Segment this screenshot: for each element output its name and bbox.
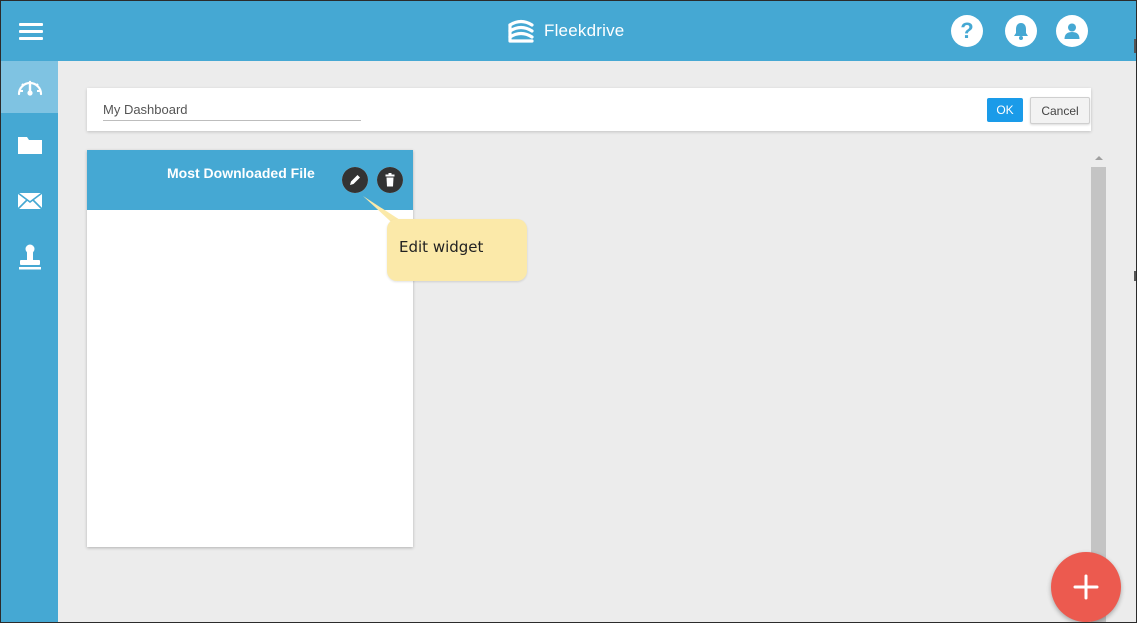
- stamp-icon: [18, 244, 41, 270]
- ok-button[interactable]: OK: [987, 98, 1023, 122]
- widget-header[interactable]: Most Downloaded File: [87, 150, 413, 210]
- window-edge-mark: [1134, 39, 1136, 53]
- brand[interactable]: Fleekdrive: [506, 14, 624, 48]
- widget-title: Most Downloaded File: [167, 165, 315, 181]
- sidebar-item-dashboard[interactable]: [1, 61, 58, 113]
- sidebar-item-messages[interactable]: [1, 175, 58, 227]
- sidebar: [1, 61, 58, 622]
- widget-most-downloaded-file: Most Downloaded File: [87, 150, 413, 547]
- fleekdrive-logo-icon: [508, 19, 534, 43]
- plus-icon: [1073, 574, 1099, 600]
- cancel-button[interactable]: Cancel: [1030, 97, 1090, 124]
- tooltip-text: Edit widget: [399, 238, 484, 256]
- window-edge-mark: [1134, 271, 1136, 281]
- folder-icon: [17, 137, 42, 154]
- caret-up-icon: [1095, 156, 1103, 160]
- add-widget-button[interactable]: [1051, 552, 1121, 622]
- user-menu-button[interactable]: [1056, 15, 1088, 47]
- bell-icon: [1014, 23, 1028, 40]
- edit-widget-button[interactable]: [342, 167, 368, 193]
- envelope-icon: [16, 192, 43, 210]
- dashboard-name-input[interactable]: [103, 98, 361, 121]
- user-avatar-icon: [1064, 23, 1080, 39]
- top-bar: Fleekdrive ?: [1, 1, 1136, 61]
- delete-widget-button[interactable]: [377, 167, 403, 193]
- speedometer-icon: [17, 80, 42, 96]
- notifications-button[interactable]: [1005, 15, 1037, 47]
- app-window: Fleekdrive ? My Dashboard OK Cancel Most…: [0, 0, 1137, 623]
- help-icon[interactable]: ?: [951, 15, 983, 47]
- scroll-up-arrow[interactable]: [1090, 151, 1108, 165]
- sidebar-item-folders[interactable]: [1, 119, 58, 171]
- dashboard-name-bar: OK Cancel: [87, 88, 1091, 131]
- hamburger-menu-icon[interactable]: [19, 23, 43, 41]
- edit-widget-tooltip: Edit widget: [387, 219, 527, 281]
- sidebar-item-workflow[interactable]: [1, 231, 58, 283]
- trash-icon: [377, 167, 403, 193]
- pencil-icon: [342, 167, 368, 193]
- app-name: Fleekdrive: [544, 21, 625, 40]
